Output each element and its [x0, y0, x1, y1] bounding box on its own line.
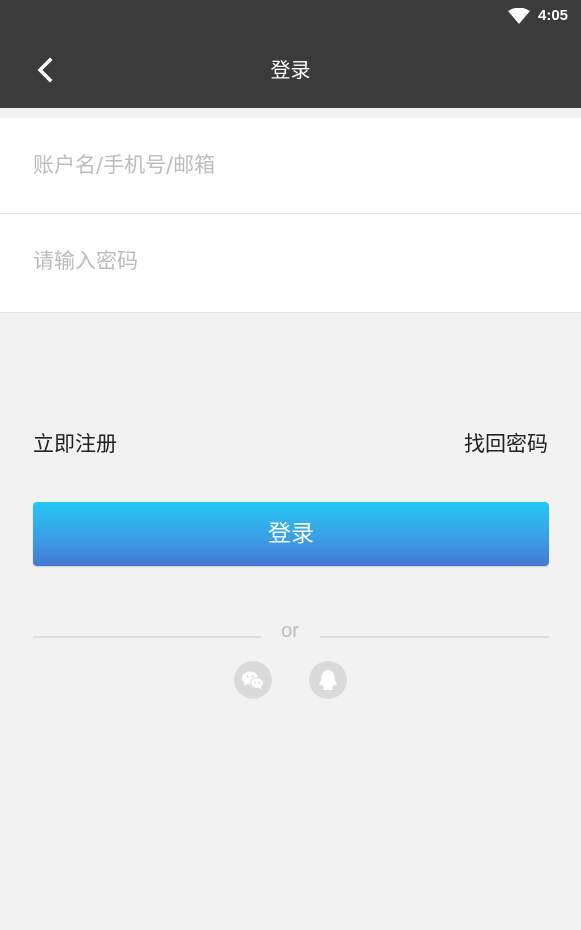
status-bar: 4:05: [0, 0, 581, 32]
login-button[interactable]: 登录: [33, 502, 549, 566]
wechat-icon: [242, 671, 264, 690]
password-input[interactable]: [0, 214, 581, 308]
wifi-icon: [508, 8, 530, 24]
or-label: or: [281, 620, 299, 642]
status-time: 4:05: [538, 7, 569, 24]
register-link[interactable]: 立即注册: [33, 428, 117, 458]
username-input[interactable]: [0, 118, 581, 212]
forgot-password-link[interactable]: 找回密码: [464, 428, 548, 458]
login-form: [0, 118, 581, 312]
form-bottom-divider: [0, 312, 581, 313]
qq-login-button[interactable]: [309, 661, 347, 699]
or-divider-right: [320, 636, 549, 638]
qq-icon: [319, 670, 337, 690]
app-bar: 登录: [0, 32, 581, 108]
wechat-login-button[interactable]: [234, 661, 272, 699]
or-divider-left: [33, 636, 261, 638]
page-title: 登录: [270, 58, 311, 82]
